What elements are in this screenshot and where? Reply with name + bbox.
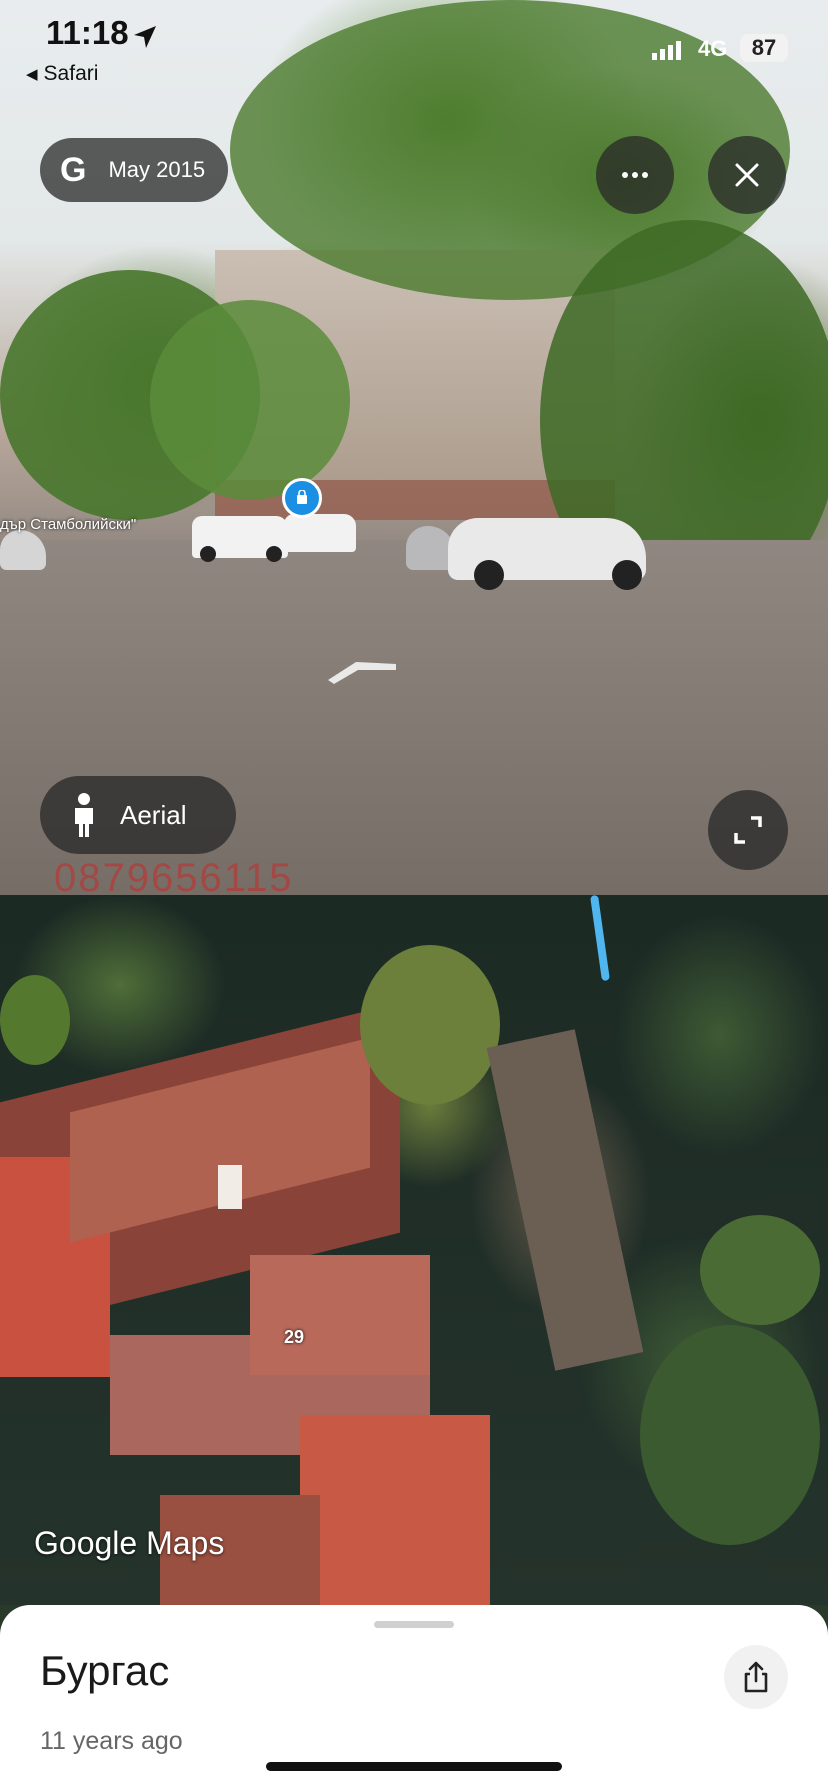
expand-button[interactable] [708, 790, 788, 870]
imagery-date-pill[interactable]: G May 2015 [40, 138, 228, 202]
share-button[interactable] [724, 1645, 788, 1709]
phone-watermark: 0879656115 [54, 856, 294, 895]
building-roof [250, 1255, 430, 1375]
wheel [266, 546, 282, 562]
back-to-safari[interactable]: ◀ Safari [26, 62, 98, 86]
back-app-label: Safari [43, 62, 99, 85]
wheel [200, 546, 216, 562]
aerial-mode-label: Aerial [120, 799, 187, 830]
home-indicator[interactable] [266, 1762, 562, 1771]
pegman-icon [75, 793, 93, 837]
shopping-bag-pin-icon[interactable] [282, 478, 322, 518]
view-direction-line [590, 895, 610, 982]
more-button[interactable] [596, 136, 674, 214]
network-type: 4G [698, 36, 728, 61]
back-triangle-icon: ◀ [26, 66, 38, 83]
expand-icon [734, 816, 762, 844]
place-title: Бургас [40, 1647, 170, 1694]
location-arrow-icon [132, 24, 158, 55]
parked-car [0, 530, 46, 570]
street-name-label: дър Стамболийски" [0, 516, 137, 533]
cell-signal-icon [652, 40, 682, 60]
close-button[interactable] [708, 136, 786, 214]
navigation-arrow-icon[interactable] [326, 658, 398, 686]
close-icon [735, 163, 759, 187]
tree [360, 945, 500, 1105]
yard-path [486, 1029, 644, 1371]
wheel [474, 560, 504, 590]
more-dots-icon [622, 172, 648, 178]
place-subtitle: 11 years ago [40, 1727, 183, 1755]
sheet-grabber[interactable] [374, 1621, 454, 1628]
tree [0, 975, 70, 1065]
aerial-mode-button[interactable]: Aerial [40, 776, 236, 854]
tree [150, 300, 350, 500]
google-maps-logo: Google Maps [34, 1525, 225, 1561]
street-view-panorama[interactable]: дър Стамболийски" 0879656115 [0, 0, 828, 895]
status-time: 11:18 [46, 14, 129, 51]
tree [640, 1325, 820, 1545]
google-g-icon: G [60, 150, 87, 189]
tree [700, 1215, 820, 1325]
aerial-map-view[interactable]: 29 Google Maps [0, 895, 828, 1605]
wheel [612, 560, 642, 590]
battery-indicator: 87 [740, 34, 788, 62]
building-roof [300, 1415, 490, 1605]
house-number: 29 [284, 1327, 305, 1347]
white-van [284, 514, 356, 552]
chimney [218, 1165, 242, 1209]
imagery-date: May 2015 [108, 157, 206, 182]
share-icon [744, 1661, 768, 1693]
